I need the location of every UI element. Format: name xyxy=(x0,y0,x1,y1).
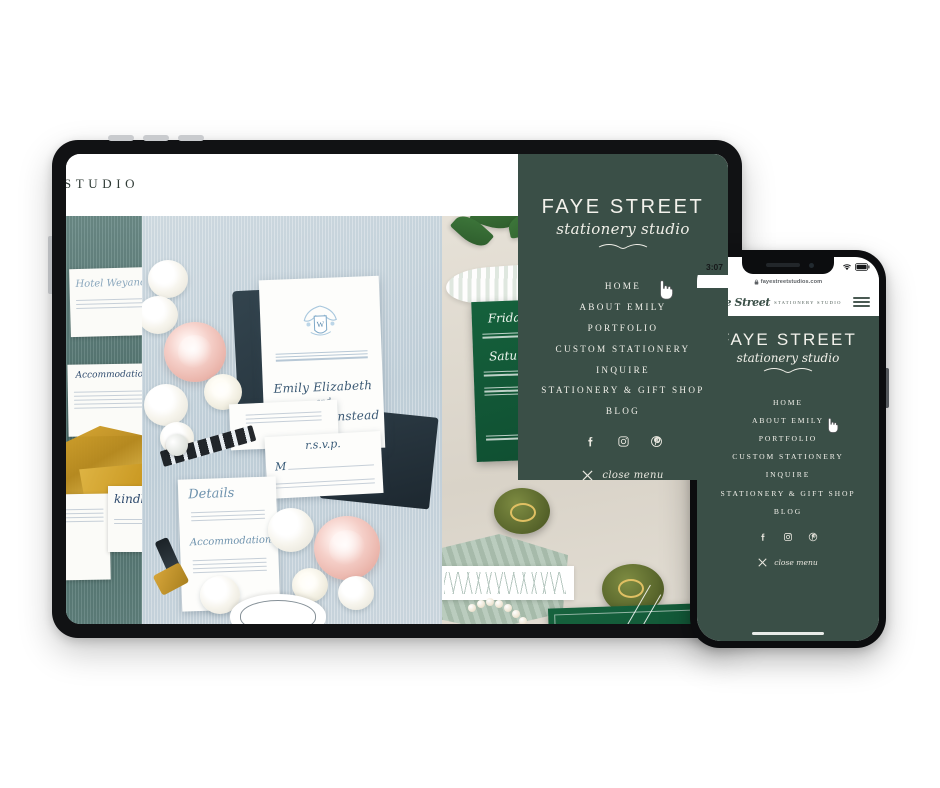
left-card-accommodations-title: Accommodations xyxy=(75,369,142,381)
left-card-rsvp-title: kindly xyxy=(114,492,142,506)
close-menu-button[interactable]: close menu xyxy=(582,470,663,481)
left-card-hotel-title: Hotel Weyanoke xyxy=(75,276,142,291)
menu-item-custom-stationery[interactable]: CUSTOM STATIONERY xyxy=(518,338,728,359)
phone-close-menu-label: close menu xyxy=(774,558,818,568)
menu-item-stationery-gift-shop[interactable]: STATIONERY & GIFT SHOP xyxy=(518,380,728,401)
hamburger-menu-icon[interactable] xyxy=(853,295,870,310)
tablet-device: RY STUDIO Hotel Weyanoke Accommodations xyxy=(48,134,742,638)
rsvp-title: r.s.v.p. xyxy=(304,437,342,452)
phone-social-links xyxy=(758,532,818,542)
phone-menu-item-blog[interactable]: BLOG xyxy=(697,502,879,520)
rsvp-m-line: M xyxy=(274,459,287,474)
phone-menu-logo-name: FAYE STREET xyxy=(718,330,858,349)
navigation-menu-overlay: FAYE STREET stationery studio HOME ABOUT… xyxy=(518,154,728,481)
url-text: fayestreetstudios.com xyxy=(760,278,823,285)
accommodations-title: Accommodations xyxy=(189,534,277,549)
tablet-screen: RY STUDIO Hotel Weyanoke Accommodations xyxy=(66,154,728,624)
menu-item-blog[interactable]: BLOG xyxy=(518,401,728,422)
header-brand-text: RY STUDIO xyxy=(66,176,140,191)
mockup-stage: RY STUDIO Hotel Weyanoke Accommodations xyxy=(0,0,940,788)
phone-menu-item-stationery-gift-shop[interactable]: STATIONERY & GIFT SHOP xyxy=(697,484,879,502)
menu-logo-tagline: stationery studio xyxy=(556,220,690,238)
social-links xyxy=(584,435,663,448)
crest-monogram-icon: W xyxy=(303,305,337,336)
battery-icon xyxy=(855,263,870,271)
flourish-icon xyxy=(598,244,648,249)
pinterest-icon[interactable] xyxy=(650,435,663,448)
close-icon xyxy=(582,470,593,481)
phone-instagram-icon[interactable] xyxy=(783,532,793,542)
instagram-icon[interactable] xyxy=(617,435,630,448)
home-indicator[interactable] xyxy=(752,632,824,635)
tablet-side-button[interactable] xyxy=(48,236,52,294)
collage-photo-center: W Emily Elizabeth and Andrew Winstead xyxy=(142,216,442,624)
browser-url-bar[interactable]: fayestreetstudios.com xyxy=(697,275,879,288)
front-camera xyxy=(809,262,814,268)
svg-text:W: W xyxy=(317,320,325,329)
phone-power-button[interactable] xyxy=(886,368,889,408)
wifi-icon xyxy=(843,264,851,271)
lock-icon xyxy=(754,279,759,285)
phone-menu-logo-tagline: stationery studio xyxy=(736,351,840,365)
phone-notch xyxy=(742,257,834,274)
menu-item-portfolio[interactable]: PORTFOLIO xyxy=(518,318,728,339)
phone-facebook-icon[interactable] xyxy=(758,532,768,542)
menu-logo-name: FAYE STREET xyxy=(541,196,705,218)
menu-item-about-emily[interactable]: ABOUT EMILY xyxy=(518,297,728,318)
status-time: 3:07 xyxy=(706,262,724,272)
earpiece-speaker xyxy=(766,263,800,267)
menu-items-list: HOME ABOUT EMILY PORTFOLIO CUSTOM STATIO… xyxy=(518,276,728,421)
phone-close-icon xyxy=(758,558,767,567)
collage-photo-left: Hotel Weyanoke Accommodations kindly xyxy=(66,216,142,624)
rsvp-card: r.s.v.p. M xyxy=(264,431,384,499)
phone-close-menu-button[interactable]: close menu xyxy=(758,558,818,567)
tablet-top-sensors xyxy=(108,134,228,141)
menu-logo: FAYE STREET stationery studio xyxy=(542,196,705,256)
menu-item-inquire[interactable]: INQUIRE xyxy=(518,359,728,380)
ring-box xyxy=(494,488,550,534)
phone-logo-subtitle: STATIONERY STUDIO xyxy=(774,299,842,305)
floral-illustration-card xyxy=(442,566,574,600)
phone-flourish-icon xyxy=(763,368,813,373)
close-menu-label: close menu xyxy=(602,470,664,482)
phone-pinterest-icon[interactable] xyxy=(808,532,818,542)
facebook-icon[interactable] xyxy=(584,435,597,448)
details-title: Details xyxy=(187,485,235,503)
